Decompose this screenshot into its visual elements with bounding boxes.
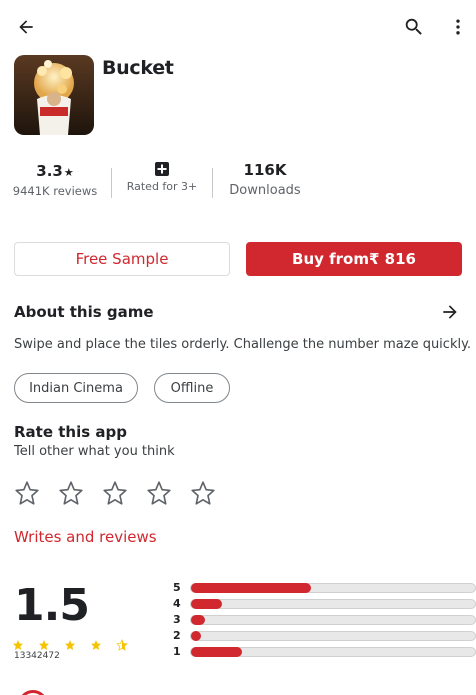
rating-bar-track [190,599,476,609]
content-rating-stat: Rated for 3+ [118,161,206,193]
rate-title: Rate this app [14,423,127,441]
rate-star-4[interactable] [146,480,172,510]
about-arrow-button[interactable] [438,301,462,323]
average-star-icon [64,636,76,655]
rating-bar-label: 2 [173,629,181,642]
rating-bar-label: 1 [173,645,181,658]
app-icon [14,55,94,135]
downloads-stat: 116K Downloads [222,161,308,198]
average-star-icon [90,636,102,655]
tag-chip[interactable]: Indian Cinema [14,373,138,403]
buy-button[interactable]: Buy from₹ 816 [246,242,462,276]
total-ratings: 13342472 [14,651,60,661]
about-title[interactable]: About this game [14,303,154,321]
rate-star-2[interactable] [58,480,84,510]
rating-bar-row-4: 4 [173,597,476,610]
rate-star-5[interactable] [190,480,216,510]
rating-bar-row-3: 3 [173,613,476,626]
rating-bar-label: 5 [173,581,181,594]
rating-bar-track [190,615,476,625]
tag-chip[interactable]: Offline [154,373,230,403]
content-rating-label: Rated for 3+ [126,180,198,193]
more-vert-icon [456,19,460,35]
rating-bar-fill [191,647,243,657]
rating-value: 3.3 [36,162,63,180]
rating-bar-row-2: 2 [173,629,476,642]
rating-bar-fill [191,615,206,625]
about-description: Swipe and place the tiles orderly. Chall… [14,337,472,352]
arrow-right-icon [443,305,457,319]
reviews-count: 9441K reviews [12,184,98,198]
rate-subtitle: Tell other what you think [14,444,175,459]
rating-bar-track [190,647,476,657]
writes-and-reviews-link[interactable]: Writes and reviews [14,528,157,546]
free-sample-button[interactable]: Free Sample [14,242,230,276]
rating-bar-row-5: 5 [173,581,476,594]
rating-bar-fill [191,583,312,593]
search-icon [405,18,422,35]
content-rating-icon [118,161,206,177]
rating-bar-track [190,631,476,641]
stat-divider [212,168,213,198]
more-options-button[interactable] [446,13,470,41]
average-stars [12,636,134,651]
reviewer-avatar [18,690,48,695]
rating-bar-label: 4 [173,597,181,610]
rating-bar-fill [191,631,201,641]
downloads-value: 116K [243,161,287,179]
search-button[interactable] [400,13,428,41]
rate-star-1[interactable] [14,480,40,510]
rating-bar-row-1: 1 [173,645,476,658]
rating-bar-track [190,583,476,593]
stat-divider [111,168,112,198]
downloads-label: Downloads [229,183,301,198]
rating-value-row: 3.3★ [12,162,98,180]
app-title: Bucket [102,57,174,79]
rate-stars [14,480,234,508]
star-small-icon: ★ [63,166,74,179]
rating-stat: 3.3★ 9441K reviews [12,162,98,198]
back-button[interactable] [12,13,40,41]
rating-bar-fill [191,599,223,609]
average-star-icon [116,636,128,655]
average-rating: 1.5 [14,580,90,631]
rate-star-3[interactable] [102,480,128,510]
rating-bar-label: 3 [173,613,181,626]
arrow-left-icon [19,20,33,34]
